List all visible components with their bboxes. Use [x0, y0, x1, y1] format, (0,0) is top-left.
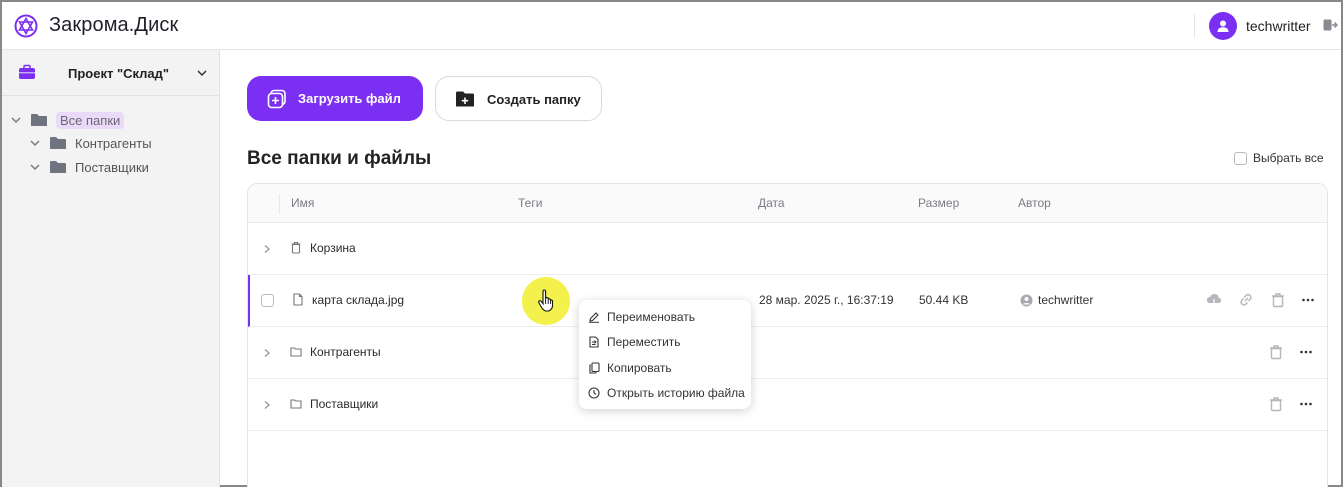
menu-item-label: Переименовать [607, 310, 695, 324]
pencil-icon [589, 312, 599, 323]
upload-file-icon [267, 89, 286, 109]
row-date: 28 мар. 2025 г., 16:37:19 [759, 293, 894, 307]
chevron-right-icon[interactable] [263, 348, 271, 358]
user-circle-icon [1020, 294, 1033, 307]
logout-icon[interactable] [1322, 17, 1338, 33]
divider [1194, 14, 1195, 38]
copy-icon [589, 362, 600, 374]
folder-icon [290, 347, 302, 357]
top-bar: Закрома.Диск techwritter [2, 2, 1341, 50]
trash-icon[interactable] [1270, 292, 1286, 308]
upload-file-label: Загрузить файл [298, 91, 401, 106]
sidebar: Проект "Склад" Все папки Контрагенты Пос… [2, 50, 220, 487]
user-icon [1217, 20, 1229, 32]
row-name[interactable]: Поставщики [310, 397, 378, 411]
trash-icon [291, 241, 301, 254]
row-name[interactable]: Корзина [310, 241, 356, 255]
column-header-author[interactable]: Автор [1018, 196, 1051, 210]
folder-icon [50, 161, 66, 173]
more-horizontal-icon[interactable] [1298, 396, 1314, 412]
upload-file-button[interactable]: Загрузить файл [247, 76, 423, 121]
row-name[interactable]: Контрагенты [310, 345, 381, 359]
chevron-down-icon[interactable] [29, 162, 41, 172]
more-horizontal-icon[interactable] [1298, 344, 1314, 360]
menu-item-move[interactable]: Переместить [588, 333, 681, 351]
move-document-icon [589, 336, 599, 348]
column-header-size[interactable]: Размер [918, 196, 959, 210]
user-avatar[interactable] [1209, 12, 1237, 40]
chevron-right-icon[interactable] [263, 400, 271, 410]
select-all-checkbox[interactable] [1234, 151, 1247, 165]
row-author: techwritter [1038, 293, 1094, 307]
folder-icon [31, 114, 47, 126]
username[interactable]: techwritter [1246, 18, 1311, 34]
tree-item-contractors[interactable]: Контрагенты [29, 133, 152, 153]
row-checkbox[interactable] [261, 294, 274, 307]
row-size: 50.44 KB [919, 293, 969, 307]
folder-icon [290, 399, 302, 409]
add-folder-icon [456, 91, 474, 107]
page-title: Все папки и файлы [247, 148, 432, 169]
link-icon[interactable] [1238, 292, 1254, 308]
project-selector[interactable]: Проект "Склад" [2, 50, 219, 96]
tree-item-all-folders[interactable]: Все папки [10, 110, 125, 130]
download-cloud-icon[interactable] [1206, 292, 1222, 308]
chevron-down-icon[interactable] [29, 138, 41, 148]
table-row-folder-contractors[interactable]: Контрагенты [248, 327, 1327, 379]
context-menu: Переименовать Переместить Копировать Отк… [579, 300, 751, 409]
column-header-tags[interactable]: Теги [518, 196, 542, 210]
files-table: Имя Теги Дата Размер Автор Корзина карта… [247, 183, 1328, 487]
select-all-label: Выбрать все [1253, 151, 1324, 165]
menu-item-copy[interactable]: Копировать [588, 359, 672, 377]
select-all[interactable]: Выбрать все [1234, 151, 1324, 165]
more-horizontal-icon[interactable] [1300, 292, 1316, 308]
create-folder-button[interactable]: Создать папку [435, 76, 602, 121]
create-folder-label: Создать папку [487, 92, 581, 107]
menu-item-history[interactable]: Открыть историю файла [588, 384, 745, 402]
briefcase-icon [19, 64, 35, 79]
table-row-file[interactable]: карта склада.jpg 28 мар. 2025 г., 16:37:… [248, 275, 1327, 327]
tree-item-label: Контрагенты [75, 135, 152, 151]
clock-icon [588, 387, 600, 399]
tree-item-suppliers[interactable]: Поставщики [29, 157, 149, 177]
menu-item-label: Переместить [607, 335, 681, 349]
app-logo-icon[interactable] [14, 14, 38, 38]
tree-item-label: Поставщики [75, 159, 149, 175]
column-header-name[interactable]: Имя [291, 196, 314, 210]
trash-icon[interactable] [1268, 396, 1284, 412]
trash-icon[interactable] [1268, 344, 1284, 360]
divider [279, 194, 280, 214]
folder-icon [50, 137, 66, 149]
chevron-down-icon[interactable] [196, 68, 208, 78]
project-name: Проект "Склад" [68, 66, 170, 81]
menu-item-label: Открыть историю файла [607, 386, 745, 400]
table-header: Имя Теги Дата Размер Автор [248, 184, 1327, 223]
tree-item-label: Все папки [56, 111, 125, 129]
app-title[interactable]: Закрома.Диск [49, 14, 178, 37]
column-header-date[interactable]: Дата [758, 196, 785, 210]
menu-item-label: Копировать [607, 361, 672, 375]
chevron-right-icon[interactable] [263, 244, 271, 254]
chevron-down-icon[interactable] [10, 115, 22, 125]
hand-pointer-icon [538, 289, 554, 312]
menu-item-rename[interactable]: Переименовать [588, 308, 695, 326]
file-icon [293, 293, 303, 306]
row-name[interactable]: карта склада.jpg [312, 293, 404, 307]
table-row-trash[interactable]: Корзина [248, 223, 1327, 275]
table-row-folder-suppliers[interactable]: Поставщики [248, 379, 1327, 431]
